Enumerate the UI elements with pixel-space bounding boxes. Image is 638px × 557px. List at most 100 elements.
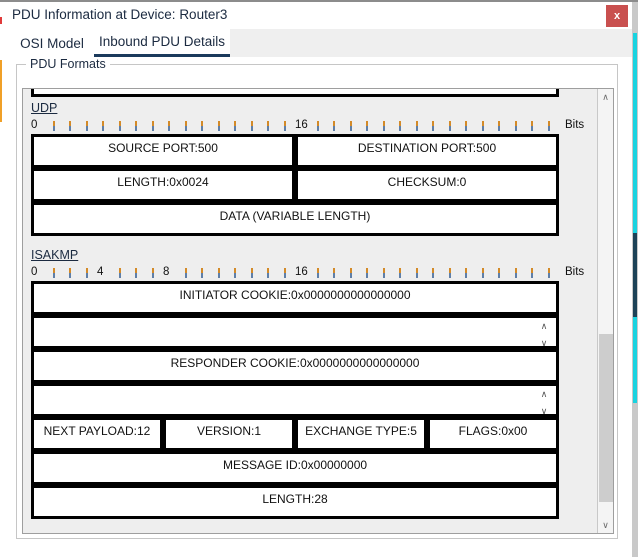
pdu-field-box: MESSAGE ID:0x00000000 — [31, 451, 559, 485]
bit-ruler-tick — [316, 121, 319, 131]
bit-ruler-tick — [349, 121, 352, 131]
bit-ruler-tick — [432, 268, 434, 278]
bit-ruler-tick — [531, 121, 533, 131]
bit-ruler-tick — [432, 121, 434, 131]
bit-ruler-tick — [498, 268, 500, 278]
bit-ruler-isakmp: 0 4 8 16 Bits — [31, 265, 597, 279]
protocol-label-udp: UDP — [31, 101, 58, 115]
spinner-up-arrow-icon[interactable]: ∧ — [541, 389, 548, 400]
tab-strip: OSI Model Inbound PDU Details — [2, 29, 632, 57]
pdu-field-box: ∧ ∨ — [31, 315, 559, 349]
bit-ruler-tick — [234, 121, 236, 131]
tab-osi-model[interactable]: OSI Model — [10, 29, 94, 57]
bit-ruler-tick — [333, 121, 335, 131]
bit-ruler-tick — [201, 121, 203, 131]
bit-ruler-tick — [85, 268, 88, 278]
bit-ruler-tick — [168, 121, 170, 131]
pdu-field-label: EXCHANGE TYPE:5 — [305, 424, 417, 438]
scroll-up-arrow-icon[interactable]: ∧ — [598, 89, 613, 105]
pdu-field-box-partial — [31, 89, 559, 97]
bit-ruler-tick — [151, 121, 154, 131]
background-accent-cyan-bottom — [633, 317, 637, 403]
bit-ruler-tick — [69, 268, 71, 278]
bit-ruler-tick — [448, 121, 451, 131]
field-expand-spinner[interactable]: ∧ ∨ — [536, 386, 552, 414]
bit-ruler-label: 16 — [295, 119, 308, 131]
bit-ruler-label: 16 — [295, 266, 308, 278]
scroll-down-arrow-icon[interactable]: ∨ — [598, 517, 613, 533]
bit-ruler-tick — [267, 268, 269, 278]
bit-ruler-udp: 0 16 Bits — [31, 118, 597, 132]
pdu-field-label: LENGTH:28 — [262, 492, 328, 506]
bit-ruler-tick — [283, 268, 286, 278]
bit-ruler-label: 0 — [31, 119, 38, 131]
field-expand-spinner[interactable]: ∧ ∨ — [536, 318, 552, 346]
bit-ruler-tick — [184, 121, 187, 131]
bit-ruler-tick — [316, 268, 319, 278]
bit-ruler-tick — [382, 121, 385, 131]
bit-ruler-tick — [481, 121, 484, 131]
pdu-field-label: VERSION:1 — [196, 424, 262, 438]
bit-ruler-label: 8 — [163, 266, 170, 278]
pdu-field-label: INITIATOR COOKIE:0x0000000000000000 — [179, 288, 411, 302]
bit-ruler-tick — [234, 268, 236, 278]
protocol-label-isakmp: ISAKMP — [31, 248, 79, 262]
bit-ruler-tick — [399, 268, 401, 278]
pdu-field-label: DATA (VARIABLE LENGTH) — [219, 209, 371, 223]
bit-ruler-label: 4 — [97, 266, 104, 278]
bit-ruler-tick — [333, 268, 335, 278]
bit-ruler-tick — [465, 121, 467, 131]
bit-ruler-tick — [415, 121, 418, 131]
pdu-field-box: LENGTH:28 — [31, 485, 559, 519]
bit-ruler-tick — [399, 121, 401, 131]
bit-ruler-tick — [267, 121, 269, 131]
bit-ruler-tick — [52, 121, 55, 131]
pdu-formats-label: PDU Formats — [26, 57, 110, 71]
bit-ruler-tick — [184, 268, 187, 278]
bit-ruler-tick — [547, 268, 550, 278]
pdu-field-box: FLAGS:0x00 — [427, 417, 559, 451]
bit-ruler-tick — [481, 268, 484, 278]
bit-ruler-tick — [349, 268, 352, 278]
bit-ruler-tick — [102, 121, 104, 131]
pdu-field-label: RESPONDER COOKIE:0x0000000000000000 — [170, 356, 420, 370]
bit-ruler-tick — [382, 268, 385, 278]
bit-ruler-tick — [498, 121, 500, 131]
window-title: PDU Information at Device: Router3 — [12, 7, 228, 22]
pdu-formats-scroll-pane[interactable]: UDP 0 16 Bits SOURCE PORT:500 DESTINATION POR… — [22, 88, 614, 534]
bit-ruler-tick — [366, 121, 368, 131]
pdu-field-label: CHECKSUM:0 — [387, 175, 467, 189]
pdu-field-box: SOURCE PORT:500 — [31, 134, 295, 168]
bit-ruler-tick — [531, 268, 533, 278]
bit-ruler-tick — [250, 268, 253, 278]
pdu-field-label: SOURCE PORT:500 — [108, 141, 218, 155]
tab-inbound-pdu-details[interactable]: Inbound PDU Details — [94, 29, 230, 57]
pdu-field-box: INITIATOR COOKIE:0x0000000000000000 — [31, 281, 559, 315]
bit-ruler-label: 0 — [31, 266, 38, 278]
spinner-up-arrow-icon[interactable]: ∧ — [541, 321, 548, 332]
bit-ruler-tick — [217, 268, 220, 278]
bit-ruler-tick — [52, 268, 55, 278]
bit-ruler-tick — [465, 268, 467, 278]
vertical-scrollbar[interactable]: ∧ ∨ — [597, 89, 613, 533]
bit-ruler-tick — [448, 268, 451, 278]
pdu-field-box: ∧ ∨ — [31, 383, 559, 417]
scrollbar-thumb[interactable] — [599, 334, 613, 502]
pdu-field-box: EXCHANGE TYPE:5 — [295, 417, 427, 451]
pdu-field-label: FLAGS:0x00 — [458, 424, 528, 438]
bit-ruler-tick — [85, 121, 88, 131]
bit-ruler-tick — [514, 268, 517, 278]
bit-ruler-tick — [135, 121, 137, 131]
bit-ruler-tick — [69, 121, 71, 131]
bit-ruler-tick — [283, 121, 286, 131]
spinner-down-arrow-icon[interactable]: ∨ — [541, 338, 548, 346]
bit-ruler-units-label: Bits — [565, 119, 585, 131]
close-icon[interactable]: x — [606, 5, 628, 27]
window-title-bar: PDU Information at Device: Router3 x — [2, 2, 632, 29]
pdu-field-label: NEXT PAYLOAD:12 — [43, 424, 151, 438]
bit-ruler-tick — [514, 121, 517, 131]
pdu-diagram-canvas: UDP 0 16 Bits SOURCE PORT:500 DESTINATION POR… — [23, 89, 597, 533]
spinner-down-arrow-icon[interactable]: ∨ — [541, 406, 548, 414]
pdu-field-label: DESTINATION PORT:500 — [357, 141, 497, 155]
pdu-field-label: MESSAGE ID:0x00000000 — [222, 458, 368, 472]
